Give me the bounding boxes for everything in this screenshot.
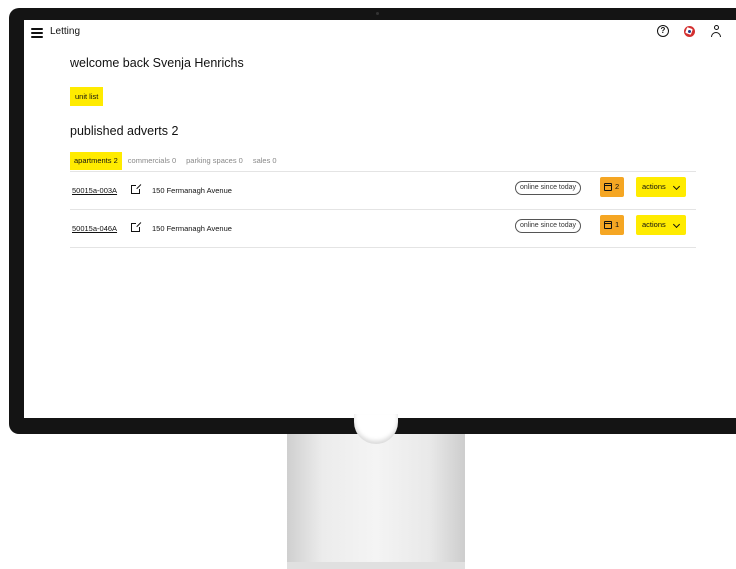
tab-sales[interactable]: sales 0: [249, 152, 281, 170]
monitor-stand-base: [287, 562, 465, 569]
app-title: Letting: [50, 26, 81, 37]
monitor-stand: [287, 434, 465, 569]
calendar-badge[interactable]: 1: [600, 215, 624, 235]
actions-label: actions: [642, 220, 666, 229]
chevron-down-icon: [672, 220, 681, 229]
actions-button[interactable]: actions: [636, 215, 686, 235]
actions-button[interactable]: actions: [636, 177, 686, 197]
camera-dot: [376, 12, 379, 15]
advert-row: 50015a-046A 150 Fermanagh Avenue online …: [70, 210, 696, 248]
advert-address: 150 Fermanagh Avenue: [152, 186, 232, 195]
tab-parking-spaces[interactable]: parking spaces 0: [182, 152, 247, 170]
calendar-badge[interactable]: 2: [600, 177, 624, 197]
calendar-count: 2: [615, 182, 620, 191]
top-bar: Letting ?: [24, 20, 736, 46]
advert-address: 150 Fermanagh Avenue: [152, 224, 232, 233]
calendar-icon: [604, 221, 612, 229]
calendar-icon: [604, 183, 612, 191]
tab-commercials[interactable]: commercials 0: [124, 152, 180, 170]
chevron-down-icon: [672, 182, 681, 191]
menu-icon[interactable]: [31, 28, 43, 38]
external-link-icon[interactable]: [131, 184, 142, 194]
help-icon[interactable]: ?: [657, 25, 669, 37]
external-link-icon[interactable]: [131, 222, 142, 232]
flag-icon[interactable]: [684, 26, 695, 37]
unit-link[interactable]: 50015a-003A: [72, 186, 117, 195]
row-divider: [70, 247, 696, 248]
unit-list-button[interactable]: unit list: [70, 87, 104, 106]
status-badge: online since today: [515, 219, 582, 233]
published-adverts-title: published adverts 2: [70, 124, 179, 138]
calendar-count: 1: [615, 220, 620, 229]
status-badge: online since today: [515, 181, 582, 195]
user-icon[interactable]: [710, 25, 722, 38]
tab-apartments[interactable]: apartments 2: [70, 152, 122, 170]
advert-row: 50015a-003A 150 Fermanagh Avenue online …: [70, 172, 696, 210]
welcome-message: welcome back Svenja Henrichs: [70, 56, 244, 70]
actions-label: actions: [642, 182, 666, 191]
unit-link[interactable]: 50015a-046A: [72, 224, 117, 233]
advert-tabs: apartments 2 commercials 0 parking space…: [70, 152, 283, 170]
screen: Letting ? welcome back Svenja Henrichs u…: [24, 20, 736, 418]
